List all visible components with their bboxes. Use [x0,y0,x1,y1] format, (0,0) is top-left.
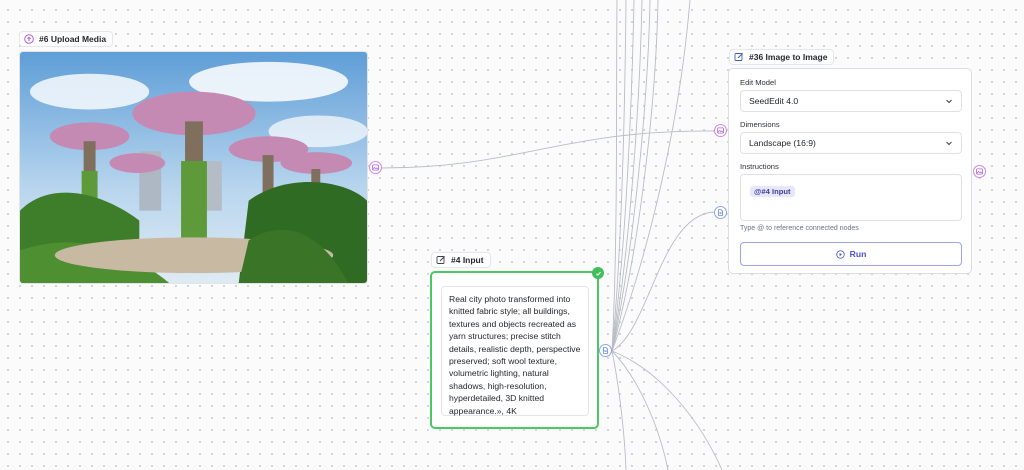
wire-down-1 [611,350,723,470]
play-circle-icon [835,249,845,259]
dimensions-value: Landscape (16:9) [749,138,816,148]
i2i-node-title-tag[interactable]: #36 Image to Image [729,49,835,65]
uploaded-image-picture [20,52,367,283]
image-icon [976,168,983,175]
run-button-label: Run [849,249,867,259]
wire-bundle-6 [611,0,691,352]
instructions-hint: Type @ to reference connected nodes [740,225,859,232]
image-icon [717,127,724,134]
wire-bundle-5 [611,0,659,352]
image-to-image-node: Edit Model SeedEdit 4.0 Dimensions Lands… [728,68,972,274]
document-icon [603,347,608,354]
document-icon [718,209,723,216]
node-reference-chip[interactable]: @#4 Input [750,186,795,197]
instructions-label: Instructions [740,162,779,171]
wire-down-2 [611,350,669,470]
input-node-title-tag[interactable]: #4 Input [431,252,491,268]
pencil-square-icon [436,256,445,264]
i2i-node-title: #36 Image to Image [749,52,828,62]
chevron-down-icon [946,99,952,104]
wire-bundle-3 [611,0,643,352]
upload-node-title-tag[interactable]: #6 Upload Media [19,31,114,47]
edit-model-value: SeedEdit 4.0 [749,96,799,106]
i2i-output-port[interactable] [973,165,986,178]
check-icon [592,267,604,279]
wire-bundle-7 [611,0,618,352]
dimensions-label: Dimensions [740,120,780,129]
edit-model-label: Edit Model [740,78,776,87]
wire-down-3 [611,350,627,470]
input-node[interactable]: Real city photo transformed into knitted… [430,267,604,429]
wire-upload-to-i2i [380,130,715,169]
wire-bundle-1 [611,0,627,352]
upload-output-port[interactable] [369,161,382,174]
chevron-down-icon [946,141,952,146]
run-button[interactable]: Run [740,242,962,266]
upload-node-title: #6 Upload Media [39,34,107,44]
prompt-textarea[interactable]: Real city photo transformed into knitted… [441,286,589,416]
wire-bundle-4 [611,0,651,352]
edit-model-select[interactable]: SeedEdit 4.0 [740,90,962,112]
wire-input-to-i2i-text [611,211,715,352]
uploaded-image[interactable] [19,51,368,284]
dimensions-select[interactable]: Landscape (16:9) [740,132,962,154]
image-icon [372,164,379,171]
input-node-title: #4 Input [451,255,484,265]
upload-cloud-icon [24,34,34,44]
instructions-input[interactable]: @#4 Input [740,174,962,221]
i2i-image-input-port[interactable] [714,124,727,137]
wire-bundle-2 [611,0,635,352]
pencil-square-icon [734,53,743,61]
input-output-port[interactable] [599,344,612,357]
i2i-text-input-port[interactable] [714,206,727,219]
